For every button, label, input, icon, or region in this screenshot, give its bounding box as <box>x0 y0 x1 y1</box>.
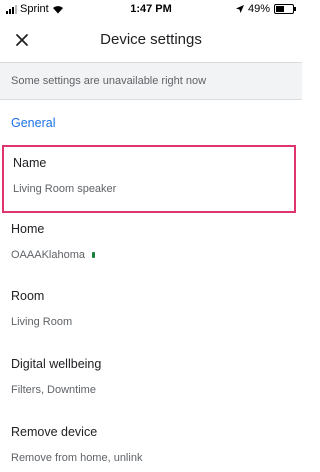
banner-text: Some settings are unavailable right now <box>11 75 207 87</box>
setting-name[interactable]: Name Living Room speaker <box>2 145 296 213</box>
location-arrow-icon <box>235 5 244 13</box>
app-bar: Device settings <box>0 18 302 62</box>
setting-remove-device[interactable]: Remove device Remove from home, unlink <box>0 425 302 464</box>
setting-home[interactable]: Home OAAAKlahoma <box>0 222 302 261</box>
setting-digital-wellbeing[interactable]: Digital wellbeing Filters, Downtime <box>0 357 302 396</box>
setting-label: Remove device <box>11 425 98 439</box>
home-indicator-icon <box>91 252 95 258</box>
page-title: Device settings <box>100 31 202 48</box>
setting-label: Room <box>11 289 45 303</box>
setting-room[interactable]: Room Living Room <box>0 289 302 328</box>
setting-label: Digital wellbeing <box>11 357 102 371</box>
battery-icon <box>274 4 296 14</box>
status-bar: Sprint 1:47 PM 49% <box>0 0 302 18</box>
setting-value: Filters, Downtime <box>11 384 96 396</box>
setting-value: Living Room <box>11 316 73 328</box>
setting-label: Name <box>13 156 47 170</box>
status-right: 49% <box>235 3 296 15</box>
unavailable-banner: Some settings are unavailable right now <box>0 62 302 100</box>
battery-percent: 49% <box>247 3 270 15</box>
setting-value: Remove from home, unlink <box>11 452 143 464</box>
setting-value: Living Room speaker <box>13 183 117 195</box>
setting-label: Home <box>11 222 45 236</box>
section-heading-general: General <box>11 116 56 130</box>
setting-value: OAAAKlahoma <box>11 249 302 261</box>
